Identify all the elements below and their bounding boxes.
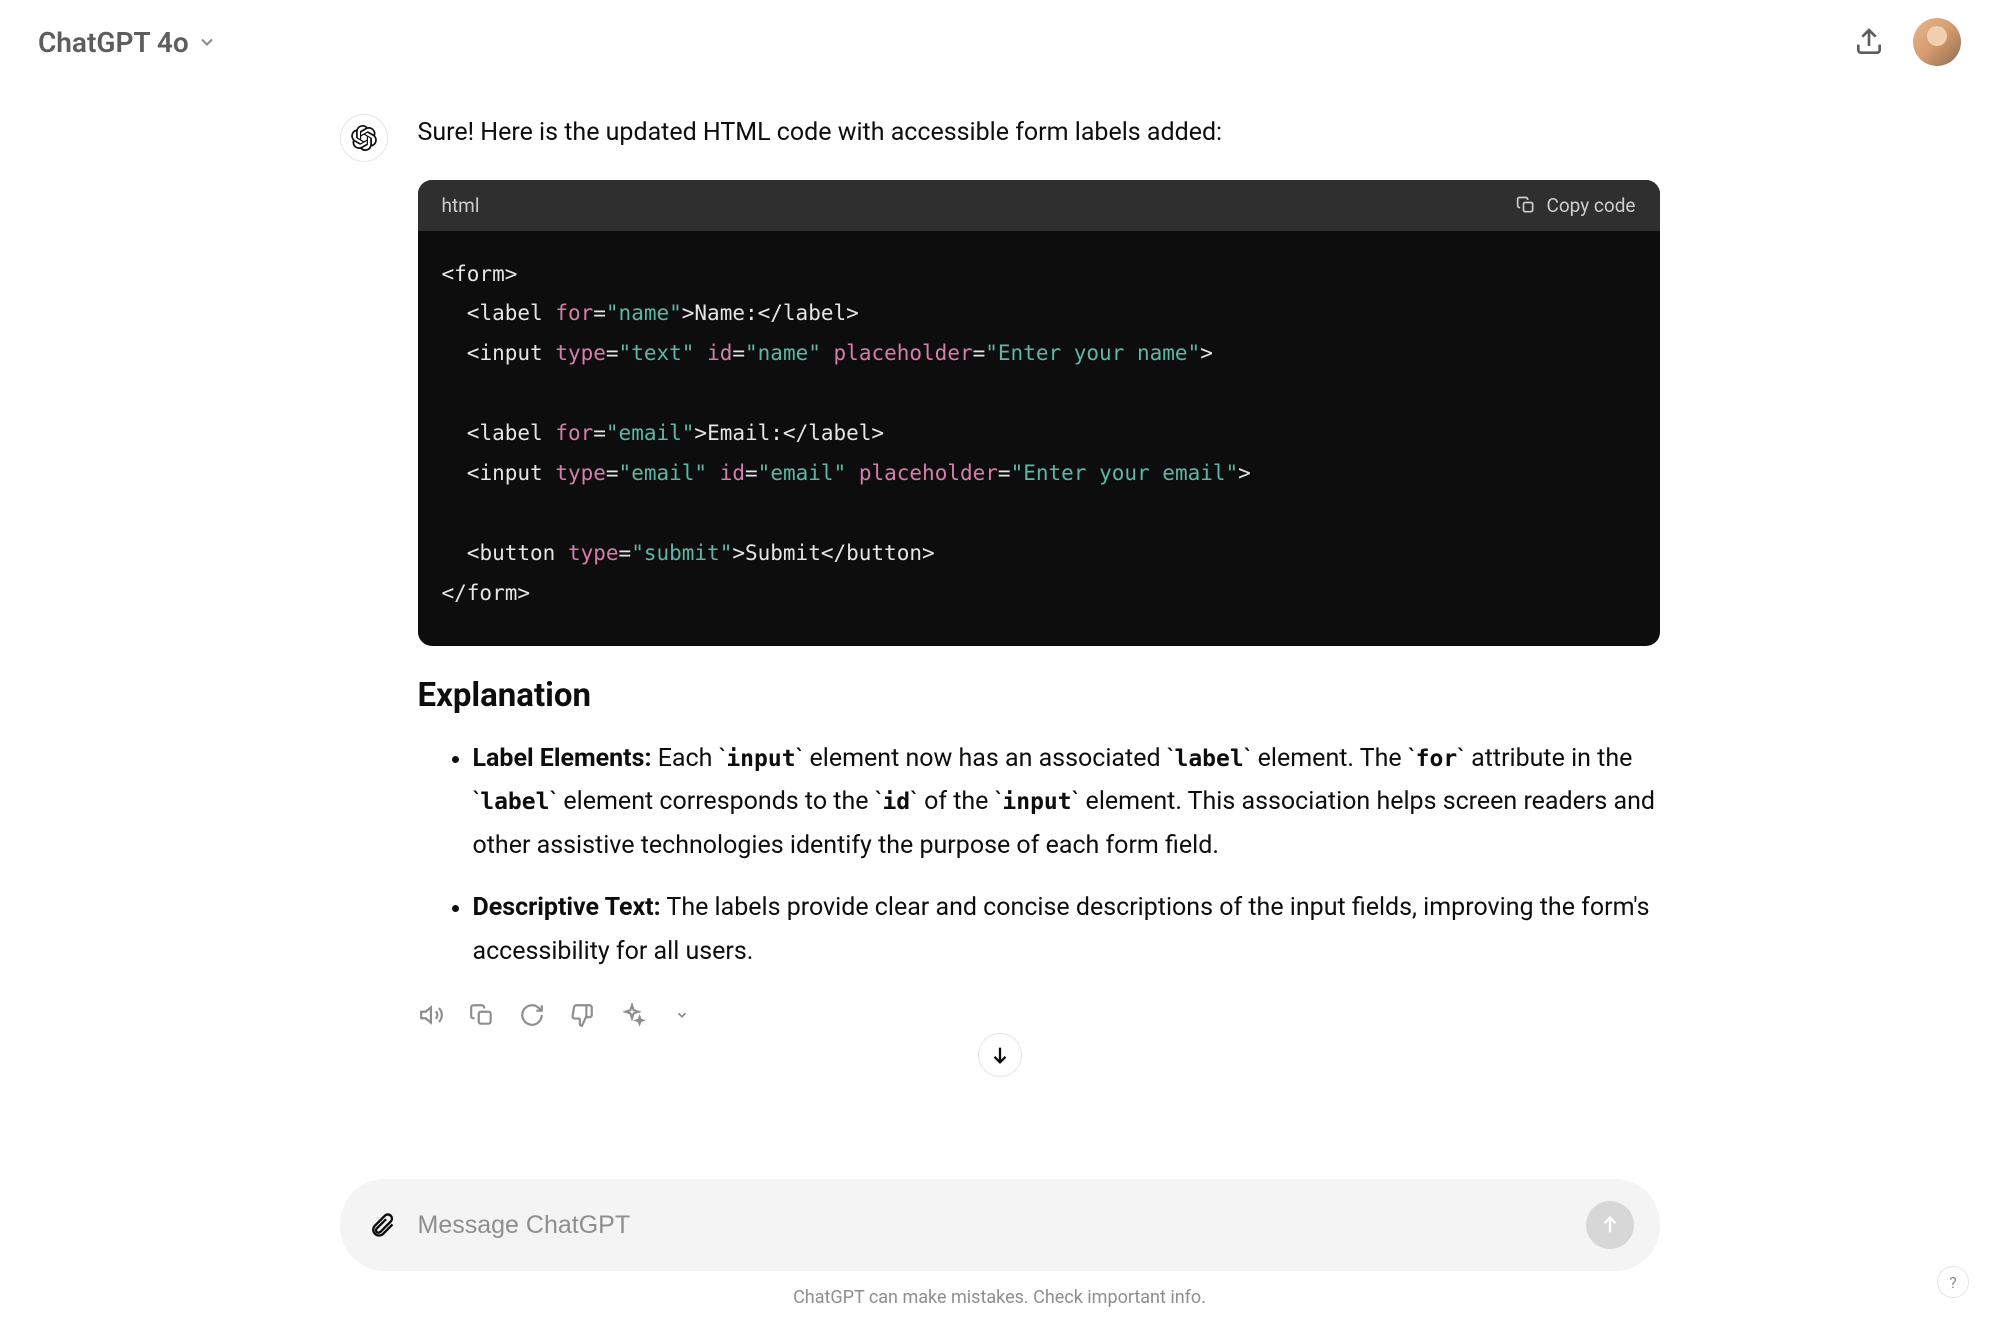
sparkle-icon [619,1002,645,1028]
conversation: Sure! Here is the updated HTML code with… [340,84,1660,1029]
read-aloud-button[interactable] [418,1001,446,1029]
explanation-heading: Explanation [418,676,1660,715]
thumbs-down-icon [569,1002,595,1028]
code-language: html [442,194,480,217]
send-button[interactable] [1586,1201,1634,1249]
copy-icon [1516,195,1536,215]
copy-code-label: Copy code [1546,194,1635,217]
more-button[interactable] [668,1001,696,1029]
regenerate-button[interactable] [518,1001,546,1029]
code-block: html Copy code <form> <label for="name">… [418,180,1660,646]
attach-button[interactable] [366,1209,398,1241]
composer-area: ChatGPT can make mistakes. Check importa… [0,1179,1999,1326]
copy-icon [469,1002,495,1028]
model-selector[interactable]: ChatGPT 4o [38,26,217,59]
intro-text: Sure! Here is the updated HTML code with… [418,114,1660,152]
speaker-icon [419,1002,445,1028]
paperclip-icon [368,1211,396,1239]
refresh-icon [519,1002,545,1028]
disclaimer-text: ChatGPT can make mistakes. Check importa… [793,1287,1206,1308]
assistant-avatar [340,114,388,162]
message-content: Sure! Here is the updated HTML code with… [418,114,1660,1029]
arrow-up-icon [1599,1214,1621,1236]
openai-logo-icon [351,125,377,151]
model-change-button[interactable] [618,1001,646,1029]
composer [340,1179,1660,1271]
help-button[interactable]: ? [1937,1266,1969,1298]
assistant-message: Sure! Here is the updated HTML code with… [340,114,1660,1029]
header-actions [1853,18,1961,66]
chevron-down-icon [197,32,217,52]
message-actions [418,1001,1660,1029]
list-item: Descriptive Text: The labels provide cle… [473,886,1660,974]
code-header: html Copy code [418,180,1660,231]
explanation-list: Label Elements: Each `input` element now… [418,737,1660,974]
list-item: Label Elements: Each `input` element now… [473,737,1660,868]
share-icon[interactable] [1853,26,1885,58]
header-bar: ChatGPT 4o [0,0,1999,84]
message-input[interactable] [418,1211,1566,1240]
chevron-down-icon [675,1008,689,1022]
avatar[interactable] [1913,18,1961,66]
scroll-to-bottom-button[interactable] [978,1033,1022,1077]
copy-code-button[interactable]: Copy code [1516,194,1635,217]
model-name: ChatGPT 4o [38,26,189,59]
arrow-down-icon [989,1044,1011,1066]
copy-response-button[interactable] [468,1001,496,1029]
bad-response-button[interactable] [568,1001,596,1029]
code-body[interactable]: <form> <label for="name">Name:</label> <… [418,231,1660,646]
